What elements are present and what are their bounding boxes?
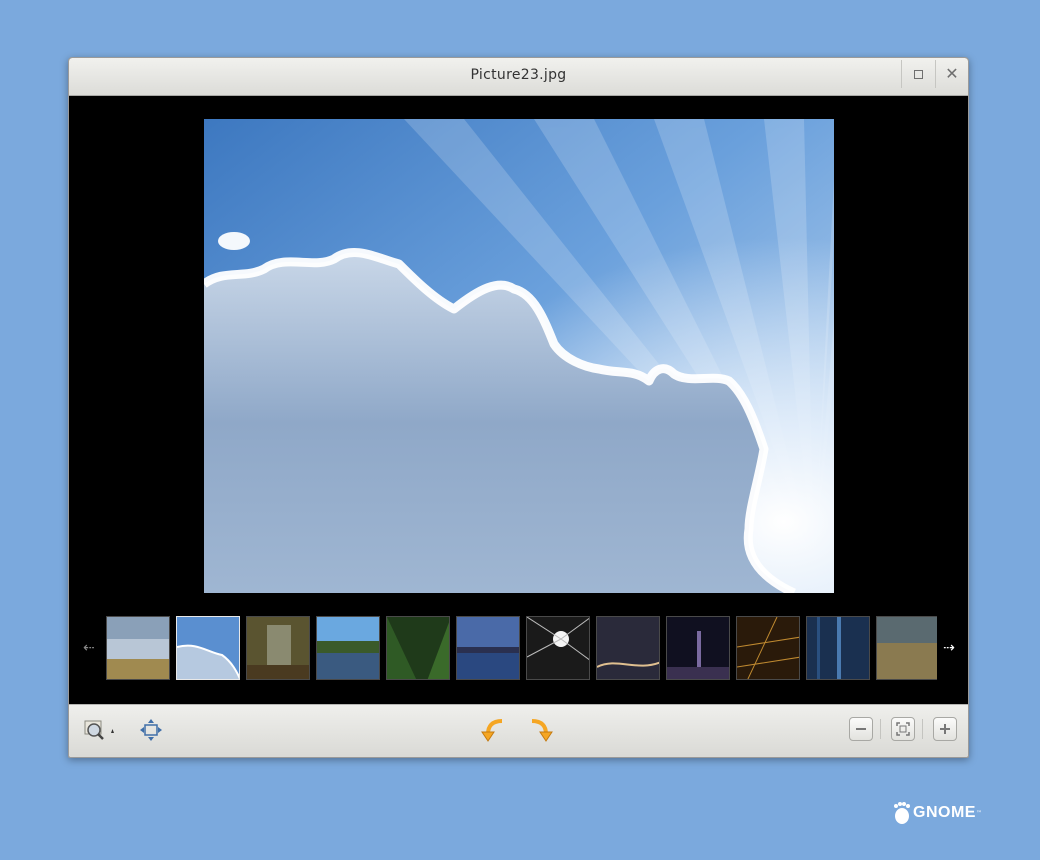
thumbnail-green-valley[interactable]: [386, 616, 450, 680]
next-arrow-icon[interactable]: ⇢: [939, 638, 959, 658]
thumbnail-blue-forest[interactable]: [806, 616, 870, 680]
zoom-menu-button[interactable]: [81, 717, 119, 743]
rotate-left-icon: [481, 719, 503, 742]
zoom-out-icon: [856, 728, 866, 730]
title-bar[interactable]: Picture23.jpg ✕: [69, 58, 968, 96]
magnifier-icon: [84, 720, 114, 740]
gnome-wordmark: GNOME: [913, 804, 976, 821]
image-viewport[interactable]: ⇠ ⇢: [69, 96, 968, 704]
zoom-in-button[interactable]: [933, 717, 957, 741]
bottom-toolbar: [69, 704, 968, 757]
trademark-symbol: ™: [975, 809, 982, 817]
fit-to-window-icon: [140, 719, 162, 741]
maximize-icon: [913, 69, 923, 79]
fit-button[interactable]: [137, 717, 165, 743]
thumbnail-list: [106, 616, 937, 682]
thumbnail-lake-island[interactable]: [316, 616, 380, 680]
maximize-button[interactable]: [901, 60, 934, 88]
thumbnail-night-highway[interactable]: [596, 616, 660, 680]
thumbnail-grass-field[interactable]: [106, 616, 170, 680]
main-image[interactable]: [204, 119, 834, 593]
thumbnail-city-lake-dusk[interactable]: [456, 616, 520, 680]
rotate-right-icon: [531, 719, 553, 742]
gnome-foot-icon: [894, 802, 910, 824]
thumbnail-city-lights-aerial[interactable]: [736, 616, 800, 680]
rotate-right-button[interactable]: [525, 715, 555, 745]
best-fit-button[interactable]: [891, 717, 915, 741]
close-icon: ✕: [945, 64, 959, 83]
rotate-left-button[interactable]: [479, 715, 509, 745]
best-fit-icon: [896, 722, 910, 736]
window-title: Picture23.jpg: [470, 67, 567, 83]
thumbnail-misty-forest[interactable]: [246, 616, 310, 680]
zoom-in-icon: [940, 724, 950, 734]
image-viewer-window: Picture23.jpg ✕ ⇠ ⇢: [68, 57, 969, 758]
previous-arrow-icon[interactable]: ⇠: [79, 638, 99, 658]
toolbar-separator: [922, 719, 923, 739]
thumbnail-strip: ⇠ ⇢: [69, 616, 968, 682]
toolbar-separator: [880, 719, 881, 739]
close-button[interactable]: ✕: [935, 60, 968, 88]
thumbnail-sky-clouds[interactable]: [176, 616, 240, 680]
zoom-out-button[interactable]: [849, 717, 873, 741]
thumbnail-city-skyline-night[interactable]: [666, 616, 730, 680]
thumbnail-light-burst[interactable]: [526, 616, 590, 680]
thumbnail-dry-grassland[interactable]: [876, 616, 937, 680]
gnome-logo: GNOME ™: [892, 801, 982, 825]
